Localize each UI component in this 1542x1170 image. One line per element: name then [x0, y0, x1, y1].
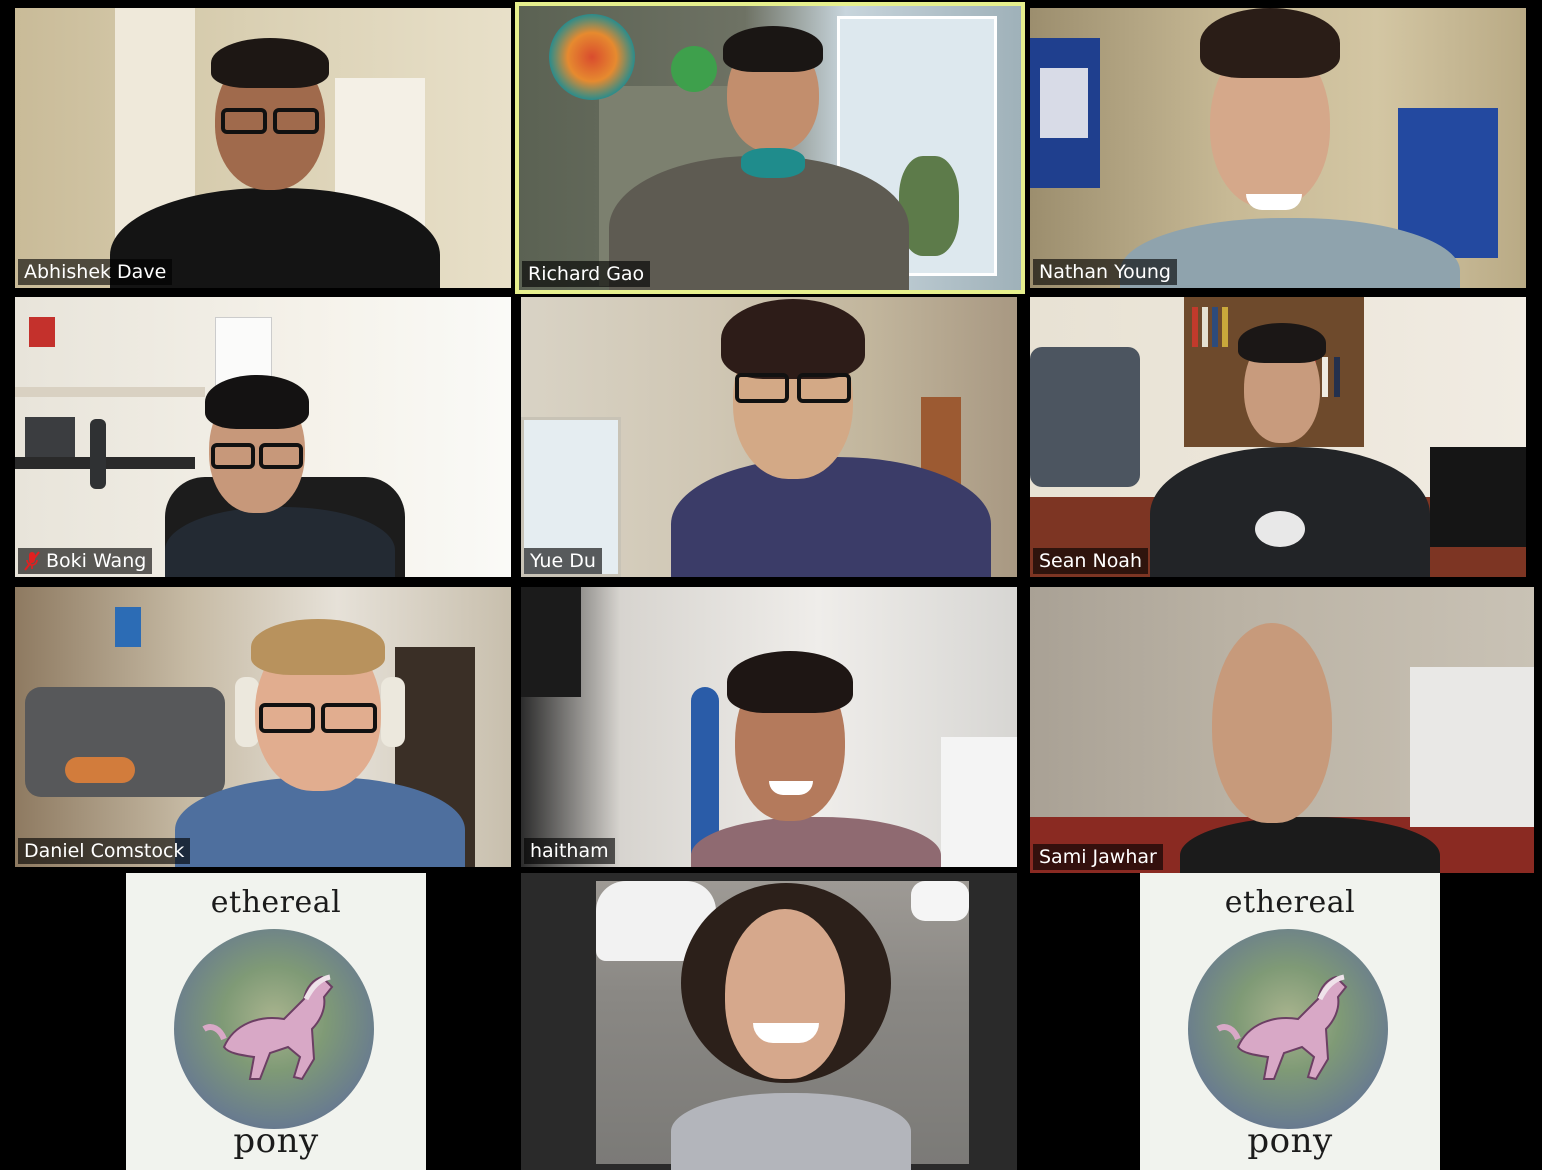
video-tile-haitham[interactable]: haitham — [521, 587, 1017, 867]
pony-logo-icon — [1188, 929, 1388, 1129]
participant-name: Yue Du — [524, 548, 602, 574]
video-tile-yue-du[interactable]: Yue Du — [521, 297, 1017, 577]
logo-top-word: ethereal — [210, 885, 342, 920]
participant-name: Boki Wang — [18, 548, 153, 574]
logo-bottom-word: pony — [1247, 1121, 1333, 1161]
pony-logo-icon — [174, 929, 374, 1129]
video-tile-center-bottom[interactable] — [521, 873, 1017, 1170]
logo-card-ethereal-pony-left[interactable]: ethereal pony — [126, 873, 426, 1170]
video-tile-nathan-young[interactable]: Nathan Young — [1030, 8, 1526, 288]
participant-name: Nathan Young — [1033, 259, 1177, 285]
video-tile-daniel-comstock[interactable]: Daniel Comstock — [15, 587, 511, 867]
video-gallery: Abhishek Dave Richard Gao Nathan Young B… — [0, 0, 1542, 1170]
participant-name: Abhishek Dave — [18, 259, 173, 285]
participant-name: haitham — [524, 838, 615, 864]
logo-bottom-word: pony — [233, 1121, 319, 1161]
video-tile-abhishek-dave[interactable]: Abhishek Dave — [15, 8, 511, 288]
logo-top-word: ethereal — [1224, 885, 1356, 920]
participant-name: Sami Jawhar — [1033, 844, 1163, 870]
participant-name: Richard Gao — [522, 261, 651, 287]
participant-name: Daniel Comstock — [18, 838, 191, 864]
video-tile-sami-jawhar[interactable]: Sami Jawhar — [1030, 587, 1534, 873]
microphone-muted-icon — [24, 551, 40, 571]
participant-name: Sean Noah — [1033, 548, 1148, 574]
logo-card-ethereal-pony-right[interactable]: ethereal pony — [1140, 873, 1440, 1170]
video-tile-boki-wang[interactable]: Boki Wang — [15, 297, 511, 577]
video-tile-richard-gao[interactable]: Richard Gao — [515, 2, 1025, 294]
video-tile-sean-noah[interactable]: Sean Noah — [1030, 297, 1526, 577]
